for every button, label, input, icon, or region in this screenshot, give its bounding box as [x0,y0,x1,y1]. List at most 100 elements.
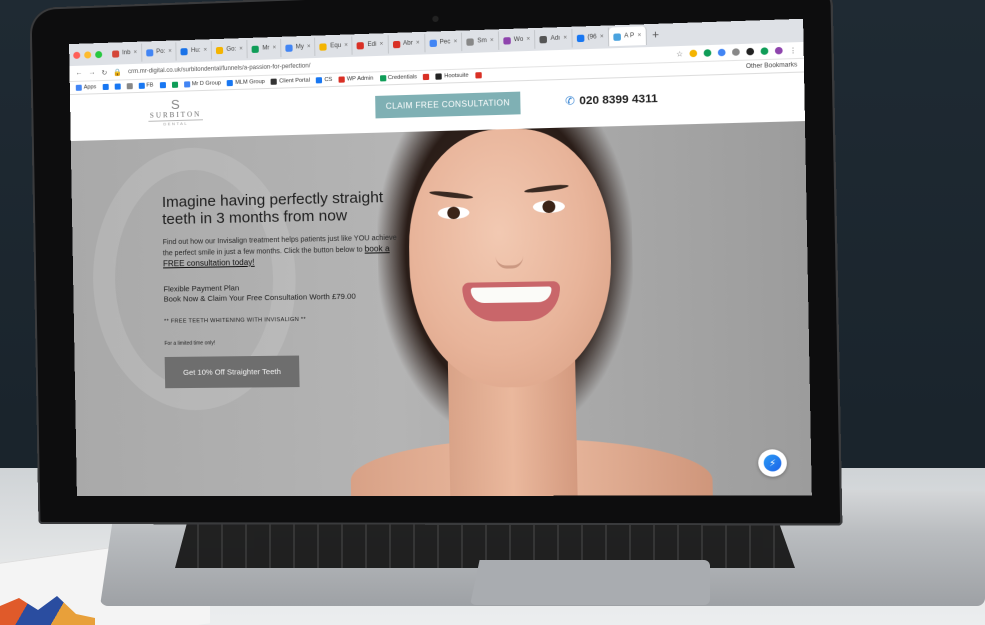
d-icon [393,40,400,47]
bookmark-icon [184,81,190,87]
close-window-icon[interactable] [73,51,80,58]
browser-tab[interactable]: Hu: × [177,41,213,60]
tab-close-icon[interactable]: × [168,49,172,55]
bookmark-item[interactable]: Hootsuite [436,73,469,80]
phone-number: 020 8399 4311 [579,92,658,107]
get-discount-button[interactable]: Get 10% Off Straighter Teeth [165,356,300,389]
tab-close-icon[interactable]: × [454,39,458,45]
bookmark-icon [436,73,442,79]
bookmark-icon [114,83,120,89]
new-tab-button[interactable]: + [647,29,660,42]
bookmark-item[interactable]: Client Portal [271,78,310,85]
d-icon [357,42,364,49]
tab-close-icon[interactable]: × [563,35,567,41]
hero-headline: Imagine having perfectly straight teeth … [162,188,398,228]
tab-close-icon[interactable]: × [133,50,137,56]
bookmark-item[interactable]: WP Admin [338,76,373,83]
browser-tab[interactable]: My × [281,38,316,57]
browser-tab[interactable]: Edi × [353,35,389,55]
tab-close-icon[interactable]: × [307,44,311,50]
bookmark-item[interactable]: Mr D Group [184,80,221,87]
bookmark-item[interactable]: Apps [76,84,97,91]
bookmark-icon [380,75,386,81]
bookmark-icon [102,84,108,90]
tab-close-icon[interactable]: × [416,40,420,46]
extension-icon[interactable] [761,47,769,55]
tab-close-icon[interactable]: × [600,34,604,40]
tab-label: Hu: [191,48,201,54]
bookmark-item[interactable] [159,82,165,88]
bookmark-icon [423,74,429,80]
bookmark-icon [172,82,178,88]
bookmark-item[interactable]: FB [138,82,153,89]
browser-tab[interactable]: Po: × [142,42,177,61]
browser-tab[interactable]: Abr × [388,34,425,54]
bookmark-item[interactable]: CS [316,77,332,84]
site-logo[interactable]: S SURBITON DENTAL [140,97,211,127]
other-bookmarks-folder[interactable]: Other Bookmarks [746,62,798,70]
bookmark-item[interactable] [126,83,132,89]
tab-close-icon[interactable]: × [344,43,348,49]
browser-tab[interactable]: Wo × [499,30,536,50]
forward-icon[interactable]: → [88,69,95,76]
extension-icon[interactable] [704,49,712,57]
doc-icon [146,49,153,56]
claim-consultation-button[interactable]: CLAIM FREE CONSULTATION [375,92,520,119]
messenger-icon: ⚡ [764,455,782,472]
hero-lead: Find out how our Invisalign treatment he… [163,234,399,271]
tab-label: A P [624,33,634,40]
browser-tab[interactable]: Adı × [535,29,572,49]
model-nose [495,237,523,268]
doc-icon [467,38,475,45]
tab-close-icon[interactable]: × [272,45,276,51]
bookmark-item[interactable]: Credentials [380,74,417,81]
messenger-chat-button[interactable]: ⚡ [758,449,787,476]
maximize-window-icon[interactable] [95,50,102,57]
reload-icon[interactable]: ↻ [101,68,107,76]
bookmark-label: MLM Group [235,79,265,86]
browser-tab[interactable]: Inb × [108,44,142,63]
menu-icon[interactable]: ⋮ [789,46,797,55]
bookmark-item[interactable] [475,72,481,78]
bookmark-item[interactable] [423,74,429,80]
browser-tab[interactable]: Sm × [462,31,499,51]
bookmark-icon [227,80,233,86]
star-icon[interactable]: ☆ [676,50,683,59]
tab-label: Go: [226,46,236,52]
bookmark-icon [159,82,165,88]
bookmark-label: FB [146,82,153,88]
extension-icon[interactable] [689,50,697,58]
browser-tab[interactable]: A P × [609,26,647,46]
tab-close-icon[interactable]: × [490,38,494,44]
extension-icon[interactable] [732,48,740,56]
minimize-window-icon[interactable] [84,51,91,58]
tab-close-icon[interactable]: × [239,46,243,52]
browser-tab[interactable]: Pec × [425,33,463,53]
browser-tab[interactable]: Go: × [212,40,248,59]
tab-close-icon[interactable]: × [380,41,384,47]
bookmark-icon [475,72,481,78]
back-icon[interactable]: ← [75,70,82,77]
browser-tab[interactable]: Mr × [248,39,282,58]
extension-icon[interactable] [746,48,754,56]
bookmark-icon [316,77,322,83]
tab-close-icon[interactable]: × [526,36,530,42]
profile-avatar[interactable] [775,47,783,55]
bookmark-item[interactable]: MLM Group [227,79,265,86]
tab-label: Equ [330,43,341,49]
hero-lead-text: Find out how our Invisalign treatment he… [163,235,397,258]
tab-close-icon[interactable]: × [637,33,641,39]
tab-close-icon[interactable]: × [203,47,207,53]
tab-label: Sm [477,38,487,45]
bookmark-item[interactable] [172,82,178,88]
browser-tab[interactable]: Equ × [316,36,354,56]
bookmark-item[interactable] [102,84,108,90]
logo-sub: DENTAL [148,119,203,127]
phone-link[interactable]: ✆ 020 8399 4311 [565,92,658,108]
tab-label: Inb [122,50,130,56]
bookmark-item[interactable] [114,83,120,89]
extension-icon[interactable] [718,49,726,57]
bookmark-icon [76,85,82,91]
model-teeth [471,286,552,303]
browser-tab[interactable]: (96 × [572,28,609,48]
